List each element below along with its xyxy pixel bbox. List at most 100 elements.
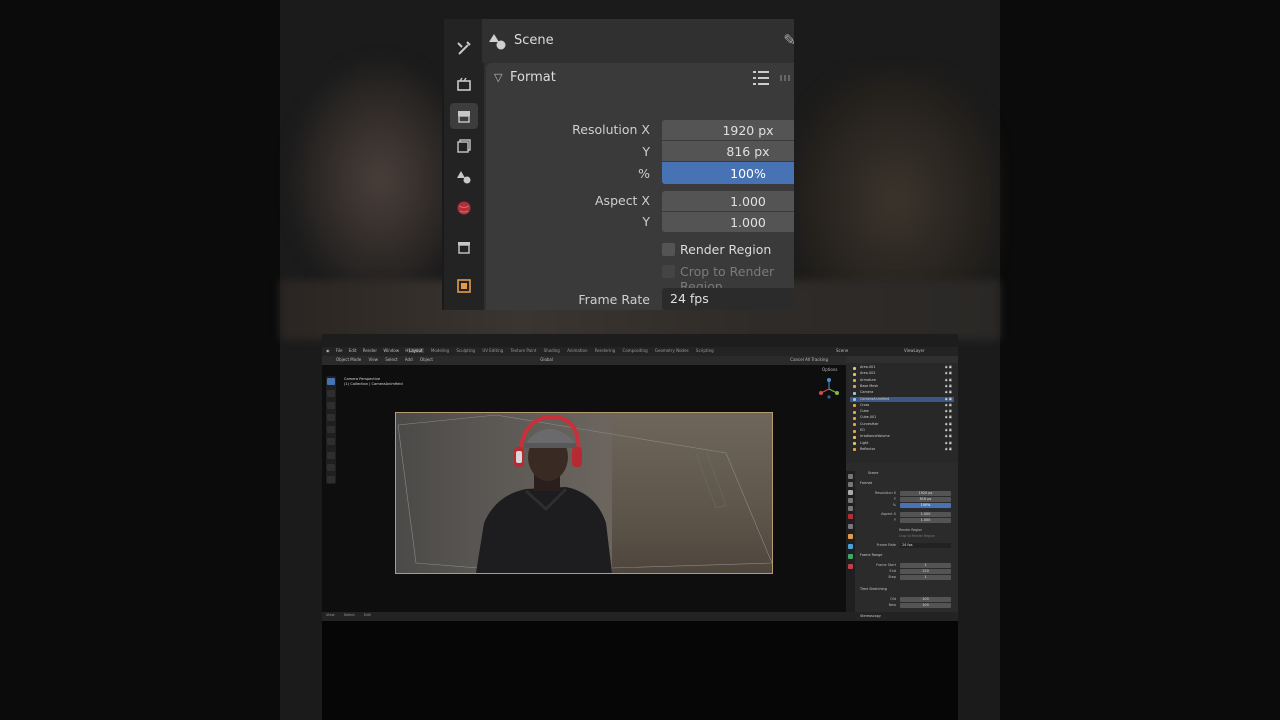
tool-tab-icon[interactable] [848,474,853,479]
menu-edit[interactable]: Edit [349,348,357,353]
visibility-toggle-icon[interactable]: ◉ ▣ [945,434,952,440]
output-tab-icon[interactable] [848,490,853,495]
visibility-toggle-icon[interactable]: ◉ ▣ [945,422,952,428]
format-panel-header[interactable]: ▽ Format [486,63,794,93]
menu-file[interactable]: File [336,348,343,353]
blender-logo-icon[interactable]: ◉ [326,348,330,353]
menu-select[interactable]: Select [385,357,397,362]
frame-rate-dropdown[interactable]: 24 fps ⌄ [662,288,794,310]
resolution-y-field[interactable]: 816 px [662,141,794,161]
rotate-tool-icon[interactable] [327,414,335,421]
visibility-toggle-icon[interactable]: ◉ ▣ [945,378,952,384]
outliner-row[interactable]: Cross ◉ ▣ [850,403,954,409]
tab-uv-editing[interactable]: UV Editing [482,348,503,353]
visibility-toggle-icon[interactable]: ◉ ▣ [945,415,952,421]
props-stereoscopy-header[interactable]: Stereoscopy [860,614,881,618]
aspect-y-field[interactable]: 1.000 [662,212,794,232]
scale-tool-icon[interactable] [327,426,335,433]
visibility-toggle-icon[interactable]: ◉ ▣ [945,390,952,396]
visibility-toggle-icon[interactable]: ◉ ▣ [945,384,952,390]
modifier-tab-icon[interactable] [848,544,853,549]
outliner-row[interactable]: Camera ◉ ▣ [850,390,954,396]
outliner-row[interactable]: Light ◉ ▣ [850,441,954,447]
props-frame-range-header[interactable]: Frame Range [860,553,882,557]
props-render-region-checkbox[interactable]: Render Region [899,528,922,532]
view-layer-selector[interactable]: ViewLayer [904,348,925,353]
outliner-row[interactable]: Base Mesh ◉ ▣ [850,384,954,390]
tab-texture-paint[interactable]: Texture Paint [511,348,537,353]
tab-rendering[interactable]: Rendering [595,348,615,353]
tab-shading[interactable]: Shading [544,348,560,353]
mode-selector[interactable]: Object Mode [336,357,361,362]
outliner-row[interactable]: CameraAnimfield ◉ ▣ [850,396,954,402]
visibility-toggle-icon[interactable]: ◉ ▣ [945,447,952,453]
render-tab-icon[interactable] [848,482,853,487]
scene-selector[interactable]: Scene [836,348,848,353]
crop-region-checkbox[interactable] [662,265,675,278]
props-frame-start-field[interactable]: 1 [900,563,951,568]
collection-tab-icon[interactable] [450,234,478,260]
render-region-checkbox[interactable] [662,243,675,256]
object-tab-icon[interactable] [848,534,853,539]
props-format-header[interactable]: Format [860,481,872,485]
resolution-percent-slider[interactable]: 100% [662,162,794,184]
tracking-button[interactable]: Cancel All Tracking [790,357,828,362]
props-old-field[interactable]: 100 [900,597,951,602]
outliner-row[interactable]: EO ◉ ▣ [850,428,954,434]
menu-window[interactable]: Window [383,348,399,353]
props-new-field[interactable]: 100 [900,603,951,608]
chevron-down-icon[interactable]: ▽ [494,71,502,84]
props-time-stretching-header[interactable]: Time Stretching [860,587,887,591]
material-tab-icon[interactable] [848,564,853,569]
props-frame-rate-dropdown[interactable]: 24 fps [900,543,951,548]
timeline-select-menu[interactable]: Select [344,613,355,617]
menu-render[interactable]: Render [363,348,377,353]
visibility-toggle-icon[interactable]: ◉ ▣ [945,371,952,377]
outliner-row[interactable]: IrradianceVolume ◉ ▣ [850,434,954,440]
tab-layout[interactable]: Layout [408,348,424,353]
visibility-toggle-icon[interactable]: ◉ ▣ [945,409,952,415]
props-step-field[interactable]: 1 [900,575,951,580]
measure-tool-icon[interactable] [327,464,335,471]
props-res-x-field[interactable]: 1920 px [900,491,951,496]
transform-orientation[interactable]: Global [540,357,553,362]
tab-compositing[interactable]: Compositing [623,348,648,353]
tab-modeling[interactable]: Modeling [431,348,449,353]
add-cube-tool-icon[interactable] [327,476,335,483]
props-aspect-x-field[interactable]: 1.000 [900,512,951,517]
props-crop-region-checkbox[interactable]: Crop to Render Region [899,534,935,538]
annotate-tool-icon[interactable] [327,452,335,459]
outliner-row[interactable]: Cube ◉ ▣ [850,409,954,415]
resolution-x-field[interactable]: 1920 px [662,120,794,140]
data-tab-icon[interactable] [848,554,853,559]
object-tab-icon[interactable] [450,273,478,299]
props-res-y-field[interactable]: 816 px [900,497,951,502]
outliner-row[interactable]: Area.001 ◉ ▣ [850,365,954,371]
tab-scripting[interactable]: Scripting [696,348,714,353]
props-aspect-y-field[interactable]: 1.000 [900,518,951,523]
select-tool-icon[interactable] [327,378,335,385]
world-tab-icon[interactable] [848,514,853,519]
menu-object[interactable]: Object [420,357,433,362]
navigation-gizmo[interactable] [818,378,840,400]
transform-tool-icon[interactable] [327,438,335,445]
outliner-row[interactable]: Reflector ◉ ▣ [850,447,954,453]
outliner-row[interactable]: Area.002 ◉ ▣ [850,371,954,377]
pin-icon[interactable]: ✎ [783,31,794,49]
options-button[interactable]: Options [822,367,837,372]
tab-sculpting[interactable]: Sculpting [456,348,475,353]
output-tab-icon[interactable] [450,103,478,129]
scene-tab-icon[interactable] [450,164,478,190]
tool-tab-icon[interactable] [450,35,478,61]
props-pct-slider[interactable]: 100% [900,503,951,508]
menu-view[interactable]: View [368,357,378,362]
scene-tab-icon[interactable] [848,506,853,511]
outliner-row[interactable]: CurvesHair ◉ ▣ [850,422,954,428]
visibility-toggle-icon[interactable]: ◉ ▣ [945,403,952,409]
world-tab-icon[interactable] [450,195,478,221]
timeline-view-menu[interactable]: View [326,613,335,617]
render-tab-icon[interactable] [450,71,478,97]
move-tool-icon[interactable] [327,402,335,409]
view-layer-tab-icon[interactable] [450,133,478,159]
visibility-toggle-icon[interactable]: ◉ ▣ [945,441,952,447]
